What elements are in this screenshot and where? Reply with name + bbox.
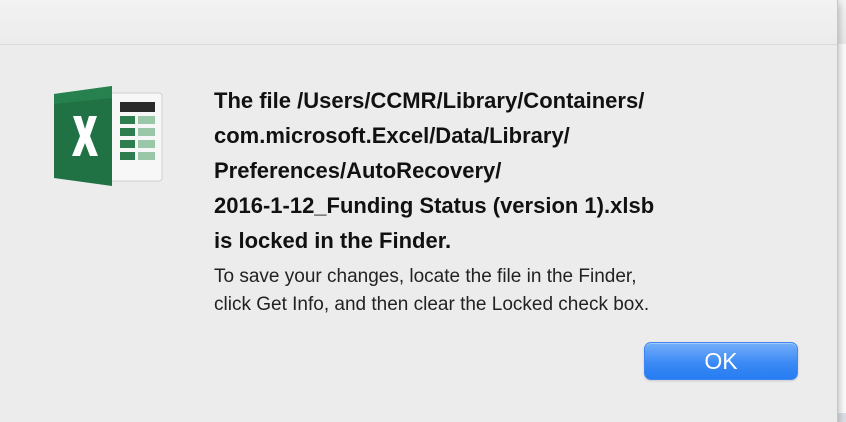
- excel-app-icon: [54, 86, 163, 186]
- dialog-sheet-top: [0, 0, 837, 45]
- ok-button[interactable]: OK: [644, 342, 798, 380]
- dialog-message: To save your changes, locate the file in…: [214, 266, 650, 315]
- screen: The file /Users/CCMR/Library/Containers/…: [0, 0, 846, 422]
- dialog-title: The file /Users/CCMR/Library/Containers/…: [214, 88, 655, 253]
